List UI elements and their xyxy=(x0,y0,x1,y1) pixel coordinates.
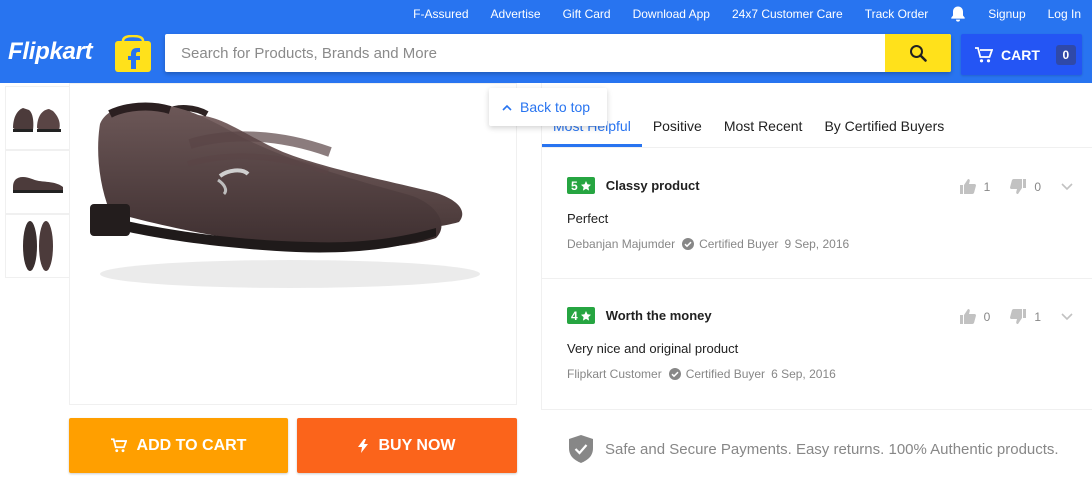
review-votes: 1 0 xyxy=(959,179,1077,194)
dislike-count: 1 xyxy=(1034,309,1041,324)
signup-link[interactable]: Signup xyxy=(988,0,1025,28)
chevron-down-icon[interactable] xyxy=(1061,312,1073,321)
dislike-count: 0 xyxy=(1034,179,1041,194)
back-to-top-button[interactable]: Back to top xyxy=(489,88,607,126)
logo-text[interactable]: Flipkart xyxy=(8,38,93,66)
certified-buyer-label: Certified Buyer xyxy=(685,367,766,381)
shield-check-icon xyxy=(569,435,593,463)
flipkart-logo-icon[interactable] xyxy=(113,34,153,73)
review-author: Debanjan Majumder xyxy=(567,237,676,251)
login-link[interactable]: Log In xyxy=(1048,0,1081,28)
bell-icon[interactable] xyxy=(949,5,967,23)
chevron-up-icon xyxy=(502,104,512,111)
like-button[interactable]: 0 xyxy=(959,309,991,324)
search-icon xyxy=(910,45,927,62)
link-customer-care[interactable]: 24x7 Customer Care xyxy=(732,0,843,28)
search-button[interactable] xyxy=(885,34,951,72)
cart-icon xyxy=(975,46,993,62)
review-body: Very nice and original product xyxy=(567,341,739,356)
thumbnail-shoe-pair[interactable] xyxy=(5,86,70,150)
thumbs-up-icon xyxy=(959,309,976,324)
review-item: 5 Classy product Perfect Debanjan Majumd… xyxy=(567,177,1077,251)
review-body: Perfect xyxy=(567,211,609,226)
tab-positive[interactable]: Positive xyxy=(642,107,713,147)
buy-now-button[interactable]: BUY NOW xyxy=(297,418,517,473)
cart-label: CART xyxy=(1001,46,1040,63)
thumbnail-shoe-side[interactable] xyxy=(5,150,70,214)
thumbs-up-icon xyxy=(959,179,976,194)
rating-value: 5 xyxy=(571,178,578,193)
rating-badge: 4 xyxy=(567,307,595,324)
dislike-button[interactable]: 1 xyxy=(1010,309,1041,324)
certified-check-icon xyxy=(682,238,695,250)
link-gift-card[interactable]: Gift Card xyxy=(563,0,611,28)
tab-certified-buyers[interactable]: By Certified Buyers xyxy=(813,107,955,147)
review-item: 4 Worth the money Very nice and original… xyxy=(567,307,1077,381)
main-product-image[interactable] xyxy=(69,83,517,405)
link-advertise[interactable]: Advertise xyxy=(491,0,541,28)
like-button[interactable]: 1 xyxy=(959,179,991,194)
cart-count-badge: 0 xyxy=(1055,44,1076,65)
link-f-assured[interactable]: F-Assured xyxy=(413,0,468,28)
divider xyxy=(542,147,1092,148)
certified-buyer-label: Certified Buyer xyxy=(699,237,779,251)
cart-icon xyxy=(110,438,127,453)
review-date: 6 Sep, 2016 xyxy=(771,367,836,381)
trust-banner: Safe and Secure Payments. Easy returns. … xyxy=(569,435,1059,463)
cart-button[interactable]: CART 0 xyxy=(961,34,1082,75)
rating-value: 4 xyxy=(571,308,578,323)
header: F-Assured Advertise Gift Card Download A… xyxy=(0,0,1092,83)
thumbs-down-icon xyxy=(1010,309,1027,324)
buy-now-label: BUY NOW xyxy=(378,436,456,454)
lightning-icon xyxy=(358,438,369,453)
search-bar xyxy=(165,34,951,72)
product-page: F-Assured Advertise Gift Card Download A… xyxy=(0,0,1092,490)
tab-most-recent[interactable]: Most Recent xyxy=(713,107,814,147)
trust-text: Safe and Secure Payments. Easy returns. … xyxy=(605,440,1059,458)
dislike-button[interactable]: 0 xyxy=(1010,179,1041,194)
add-to-cart-label: ADD TO CART xyxy=(136,436,247,454)
star-icon xyxy=(580,180,591,191)
back-to-top-label: Back to top xyxy=(520,99,591,115)
link-track-order[interactable]: Track Order xyxy=(865,0,929,28)
review-votes: 0 1 xyxy=(959,309,1077,324)
thumbnail-shoe-soles[interactable] xyxy=(5,214,70,278)
top-links: F-Assured Advertise Gift Card Download A… xyxy=(402,0,1092,28)
certified-check-icon xyxy=(668,368,681,380)
thumbs-down-icon xyxy=(1010,179,1027,194)
review-author: Flipkart Customer xyxy=(567,367,662,381)
like-count: 1 xyxy=(983,179,991,194)
star-icon xyxy=(580,310,591,321)
search-input[interactable] xyxy=(165,34,885,72)
divider xyxy=(542,278,1092,279)
link-download-app[interactable]: Download App xyxy=(633,0,710,28)
reviews-panel: Most Helpful Positive Most Recent By Cer… xyxy=(541,83,1092,410)
thumbnail-list xyxy=(5,86,70,278)
rating-badge: 5 xyxy=(567,177,595,194)
review-title: Classy product xyxy=(605,178,700,193)
review-date: 9 Sep, 2016 xyxy=(784,237,850,251)
like-count: 0 xyxy=(983,309,991,324)
add-to-cart-button[interactable]: ADD TO CART xyxy=(69,418,288,473)
review-title: Worth the money xyxy=(605,308,712,323)
chevron-down-icon[interactable] xyxy=(1061,182,1073,191)
